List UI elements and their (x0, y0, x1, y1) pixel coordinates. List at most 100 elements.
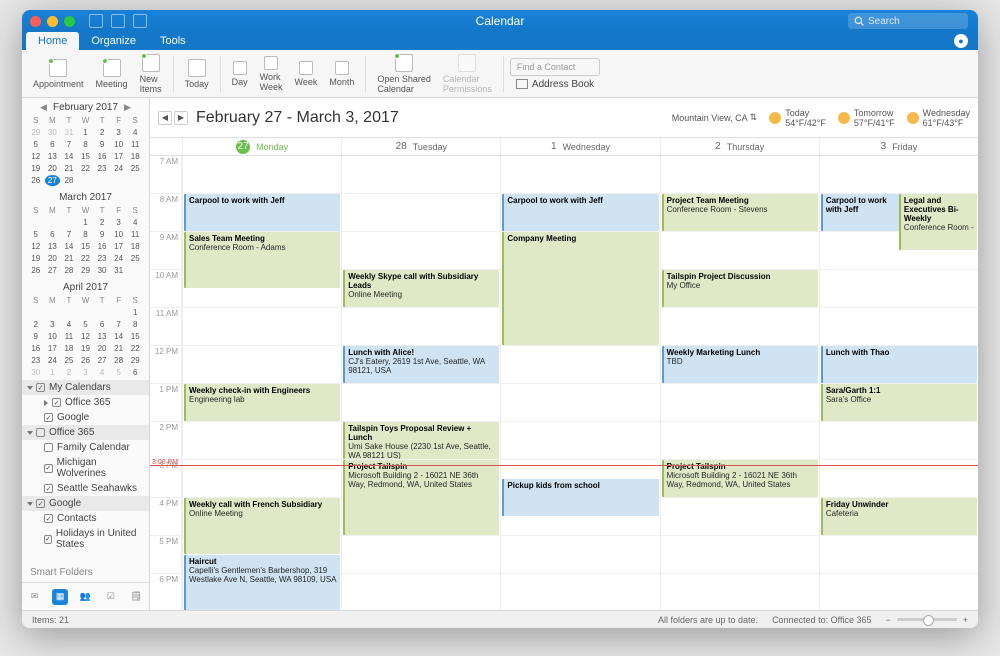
day-col-thursday[interactable]: Project Team MeetingConference Room - St… (660, 156, 819, 610)
mini-cal-day[interactable]: 13 (45, 151, 61, 162)
mail-icon[interactable]: ✉ (27, 589, 43, 605)
mini-cal-day[interactable]: 22 (78, 163, 94, 174)
mini-cal-day[interactable]: 28 (61, 265, 77, 276)
mini-cal-day[interactable]: 18 (61, 343, 77, 354)
month-view-button[interactable]: Month (324, 59, 359, 89)
time-slot[interactable] (183, 156, 341, 194)
time-slot[interactable] (661, 232, 819, 270)
day-col-wednesday[interactable]: Carpool to work with JeffCompany Meeting… (500, 156, 659, 610)
weather-location[interactable]: Mountain View, CA⇅ (672, 112, 757, 123)
checkbox[interactable]: ✓ (52, 398, 61, 407)
calendar-event[interactable]: Pickup kids from school (502, 479, 658, 516)
mini-cal-day[interactable] (78, 175, 94, 186)
day-header[interactable]: 28Tuesday (341, 138, 500, 155)
mini-cal-day[interactable]: 5 (28, 139, 44, 150)
mini-cal-day[interactable]: 10 (111, 139, 127, 150)
mini-cal-day[interactable]: 1 (78, 217, 94, 228)
mini-cal-day[interactable]: 28 (61, 175, 77, 186)
calendar-event[interactable]: Lunch with Alice!CJ's Eatery, 2619 1st A… (343, 346, 499, 383)
mini-cal-day[interactable]: 8 (78, 139, 94, 150)
day-col-monday[interactable]: Carpool to work with JeffSales Team Meet… (182, 156, 341, 610)
mini-cal-day[interactable] (94, 307, 110, 318)
calendar-event[interactable]: Weekly Skype call with Subsidiary LeadsO… (343, 270, 499, 307)
mini-cal-day[interactable]: 18 (127, 151, 143, 162)
calendar-event[interactable]: Legal and Executives Bi-WeeklyConference… (899, 194, 977, 250)
mini-cal-day[interactable]: 20 (94, 343, 110, 354)
mini-cal-day[interactable]: 22 (127, 343, 143, 354)
mini-cal-day[interactable]: 20 (45, 163, 61, 174)
smart-folders-label[interactable]: Smart Folders (22, 563, 149, 582)
mini-cal-day[interactable]: 25 (61, 355, 77, 366)
mini-cal-day[interactable]: 10 (45, 331, 61, 342)
mini-cal-day[interactable]: 26 (28, 175, 44, 186)
notes-icon[interactable]: 🗒 (128, 589, 144, 605)
mini-cal-day[interactable]: S (127, 295, 143, 306)
mini-cal-day[interactable]: 6 (94, 319, 110, 330)
calendar-event[interactable]: Friday UnwinderCafeteria (821, 498, 977, 535)
mini-cal-day[interactable]: 3 (111, 127, 127, 138)
time-slot[interactable] (342, 574, 500, 610)
minimize-window-button[interactable] (47, 16, 58, 27)
mini-cal-day[interactable]: 14 (61, 241, 77, 252)
mini-cal-day[interactable]: M (45, 115, 61, 126)
mini-cal-day[interactable]: 30 (45, 127, 61, 138)
mini-cal-day[interactable]: 12 (28, 241, 44, 252)
mini-cal-day[interactable]: 5 (111, 367, 127, 378)
time-slot[interactable] (501, 422, 659, 460)
calendar-item[interactable]: Family Calendar (22, 440, 149, 455)
calendar-item[interactable]: ✓Michigan Wolverines (22, 455, 149, 481)
time-slot[interactable] (661, 422, 819, 460)
mini-cal-day[interactable]: 8 (127, 319, 143, 330)
calendar-event[interactable]: Carpool to work with Jeff (821, 194, 899, 231)
mini-cal-day[interactable] (127, 265, 143, 276)
calendar-item[interactable]: ✓Holidays in United States (22, 526, 149, 552)
calendar-item[interactable]: ✓Office 365 (22, 395, 149, 410)
mini-cal-day[interactable]: 30 (94, 265, 110, 276)
time-slot[interactable] (183, 422, 341, 460)
zoom-control[interactable]: −+ (885, 615, 968, 625)
mini-cal-day[interactable]: 15 (78, 151, 94, 162)
day-header[interactable]: 1Wednesday (500, 138, 659, 155)
mini-cal-day[interactable]: 16 (94, 241, 110, 252)
day-header[interactable]: 2Thursday (660, 138, 819, 155)
mini-cal-day[interactable]: 2 (61, 367, 77, 378)
appointment-button[interactable]: Appointment (28, 57, 89, 91)
day-header[interactable]: 3Friday (819, 138, 978, 155)
mini-cal-day[interactable] (94, 175, 110, 186)
undo-icon[interactable] (89, 14, 103, 28)
mini-cal-day[interactable]: 16 (94, 151, 110, 162)
prev-month-button[interactable]: ◀ (40, 102, 47, 113)
mini-cal-day[interactable]: 9 (94, 229, 110, 240)
calendar-event[interactable]: Tailspin Toys Proposal Review + LunchUmi… (343, 422, 499, 459)
time-slot[interactable] (820, 308, 978, 346)
tasks-icon[interactable]: ☑ (103, 589, 119, 605)
mini-cal-day[interactable]: 18 (127, 241, 143, 252)
mini-cal-day[interactable]: 31 (61, 127, 77, 138)
mini-cal-day[interactable]: 21 (111, 343, 127, 354)
mini-cal-day[interactable]: 29 (78, 265, 94, 276)
calendar-event[interactable]: Lunch with Thao (821, 346, 977, 383)
calendar-event[interactable]: Carpool to work with Jeff (184, 194, 340, 231)
time-slot[interactable] (342, 308, 500, 346)
mini-calendar[interactable]: April 2017SMTWTFS12345678910111213141516… (22, 278, 149, 380)
time-slot[interactable] (501, 346, 659, 384)
mini-cal-day[interactable]: 12 (78, 331, 94, 342)
mini-cal-day[interactable]: T (61, 115, 77, 126)
calendar-event[interactable]: Company Meeting (502, 232, 658, 345)
day-col-tuesday[interactable]: Weekly Skype call with Subsidiary LeadsO… (341, 156, 500, 610)
redo-icon[interactable] (111, 14, 125, 28)
mini-cal-day[interactable]: 17 (111, 241, 127, 252)
mini-cal-day[interactable]: 4 (94, 367, 110, 378)
checkbox[interactable] (36, 428, 45, 437)
time-slot[interactable] (661, 384, 819, 422)
calendar-group[interactable]: ✓Google (22, 496, 149, 511)
mini-cal-day[interactable]: 11 (127, 139, 143, 150)
mini-cal-day[interactable] (127, 175, 143, 186)
mini-cal-day[interactable]: 21 (61, 163, 77, 174)
mini-cal-day[interactable]: W (78, 295, 94, 306)
time-slot[interactable] (342, 156, 500, 194)
time-slot[interactable] (661, 498, 819, 536)
grid-wrap[interactable]: 7 AM8 AM9 AM10 AM11 AM12 PM1 PM2 PM3 PM4… (150, 156, 978, 610)
mini-cal-day[interactable]: F (111, 295, 127, 306)
mini-cal-day[interactable] (111, 175, 127, 186)
